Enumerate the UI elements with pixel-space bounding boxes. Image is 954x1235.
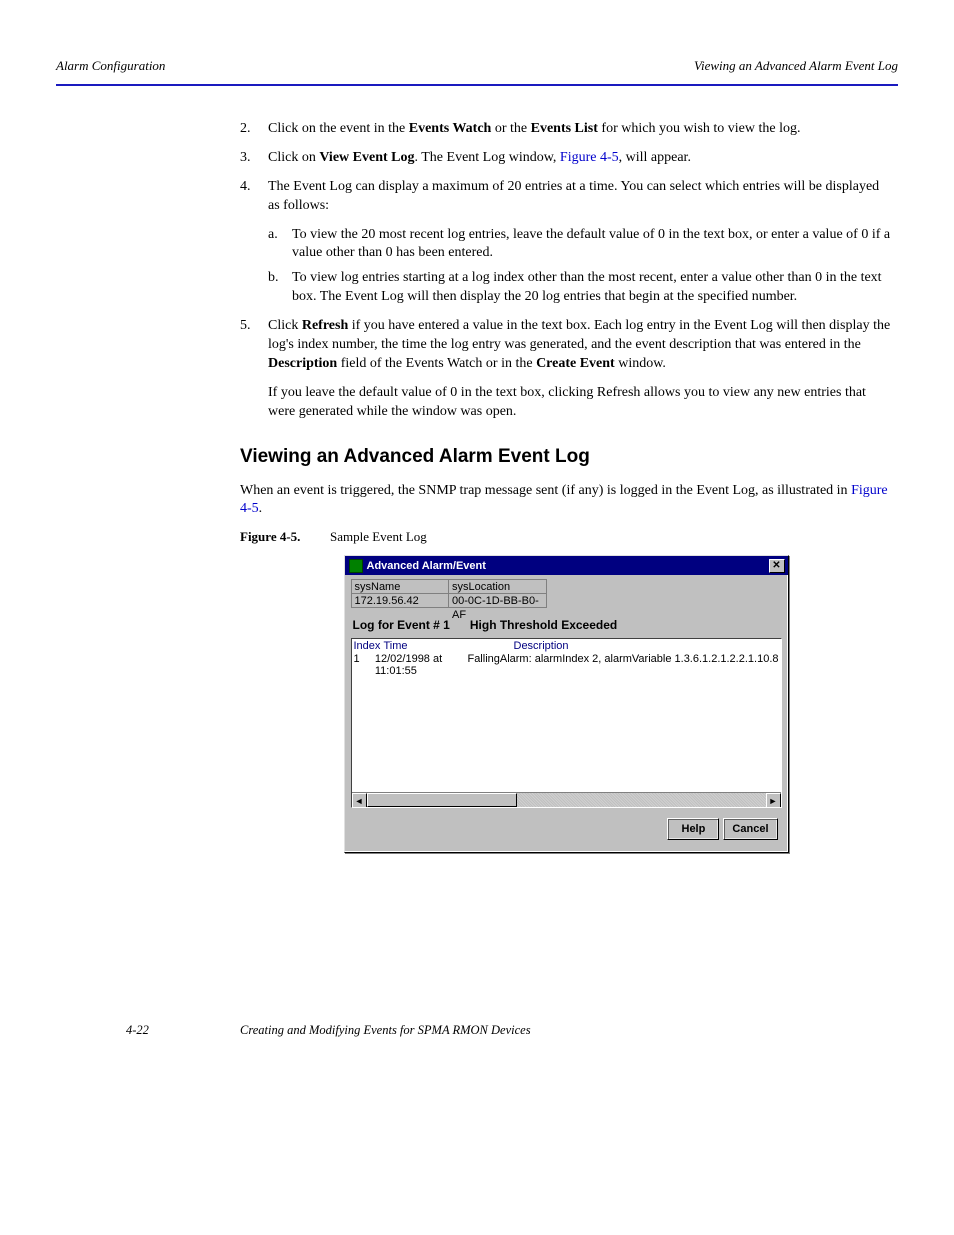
info-grid: sysName 172.19.56.42 sysLocation 00-0C-1… xyxy=(351,579,547,608)
scroll-left-button[interactable]: ◄ xyxy=(352,793,367,808)
chevron-left-icon: ◄ xyxy=(355,796,364,806)
syslocation-value: 00-0C-1D-BB-B0-AF xyxy=(449,594,546,608)
close-button[interactable]: ✕ xyxy=(769,559,785,573)
scroll-track[interactable] xyxy=(367,793,766,807)
footer-text: Creating and Modifying Events for SPMA R… xyxy=(240,1023,898,1038)
app-icon xyxy=(349,559,363,573)
syslocation-label: sysLocation xyxy=(449,580,546,594)
substep-letter: b. xyxy=(268,269,292,288)
step-text: The Event Log can display a maximum of 2… xyxy=(268,178,892,216)
col-description: Description xyxy=(514,639,779,653)
close-icon: ✕ xyxy=(772,561,780,571)
header-right: Viewing an Advanced Alarm Event Log xyxy=(694,58,898,74)
section-paragraph: When an event is triggered, the SNMP tra… xyxy=(240,482,892,520)
substep-text: To view log entries starting at a log in… xyxy=(292,269,892,307)
step-4: 4. The Event Log can display a maximum o… xyxy=(240,178,892,216)
page-footer: 4-22 Creating and Modifying Events for S… xyxy=(56,1023,898,1038)
step-4a: a. To view the 20 most recent log entrie… xyxy=(268,226,892,264)
step-text: Click on the event in the Events Watch o… xyxy=(268,120,892,139)
header-rule xyxy=(56,84,898,86)
cell-index: 1 xyxy=(354,653,375,677)
page-number: 4-22 xyxy=(126,1023,149,1038)
note-paragraph: If you leave the default value of 0 in t… xyxy=(268,384,892,422)
event-log-dialog: Advanced Alarm/Event ✕ sysName 172.19.56… xyxy=(344,555,789,853)
step-2: 2. Click on the event in the Events Watc… xyxy=(240,120,892,139)
chevron-right-icon: ► xyxy=(769,796,778,806)
titlebar: Advanced Alarm/Event ✕ xyxy=(345,556,788,575)
step-3: 3. Click on View Event Log. The Event Lo… xyxy=(240,149,892,168)
cell-description: FallingAlarm: alarmIndex 2, alarmVariabl… xyxy=(467,653,778,677)
step-number: 4. xyxy=(240,178,268,197)
horizontal-scrollbar[interactable]: ◄ ► xyxy=(352,792,781,807)
step-number: 5. xyxy=(240,317,268,336)
cancel-button[interactable]: Cancel xyxy=(723,818,777,840)
scroll-thumb[interactable] xyxy=(367,793,517,807)
cell-time: 12/02/1998 at 11:01:55 xyxy=(375,653,468,677)
step-5: 5. Click Refresh if you have entered a v… xyxy=(240,317,892,374)
step-text: Click Refresh if you have entered a valu… xyxy=(268,317,892,374)
header-left: Alarm Configuration xyxy=(56,58,165,74)
list-row[interactable]: 1 12/02/1998 at 11:01:55 FallingAlarm: a… xyxy=(352,653,781,677)
running-header: Alarm Configuration Viewing an Advanced … xyxy=(56,58,898,74)
sysname-value: 172.19.56.42 xyxy=(352,594,449,608)
figure-link[interactable]: Figure 4-5 xyxy=(560,150,619,165)
scroll-right-button[interactable]: ► xyxy=(766,793,781,808)
figure-label: Figure 4-5. xyxy=(240,529,330,545)
substep-text: To view the 20 most recent log entries, … xyxy=(292,226,892,264)
help-button[interactable]: Help xyxy=(667,818,719,840)
step-number: 3. xyxy=(240,149,268,168)
figure-caption-text: Sample Event Log xyxy=(330,529,427,545)
log-title: Log for Event # 1High Threshold Exceeded xyxy=(351,614,782,638)
substep-letter: a. xyxy=(268,226,292,245)
dialog-title: Advanced Alarm/Event xyxy=(367,560,486,572)
step-4b: b. To view log entries starting at a log… xyxy=(268,269,892,307)
step-text: Click on View Event Log. The Event Log w… xyxy=(268,149,892,168)
col-index: Index xyxy=(354,639,384,653)
step-number: 2. xyxy=(240,120,268,139)
list-header: Index Time Description xyxy=(352,639,781,653)
figure-caption: Figure 4-5. Sample Event Log xyxy=(240,529,892,545)
section-title: Viewing an Advanced Alarm Event Log xyxy=(240,446,892,468)
event-log-listbox[interactable]: Index Time Description 1 12/02/1998 at 1… xyxy=(351,638,782,808)
col-time: Time xyxy=(384,639,514,653)
sysname-label: sysName xyxy=(352,580,449,594)
